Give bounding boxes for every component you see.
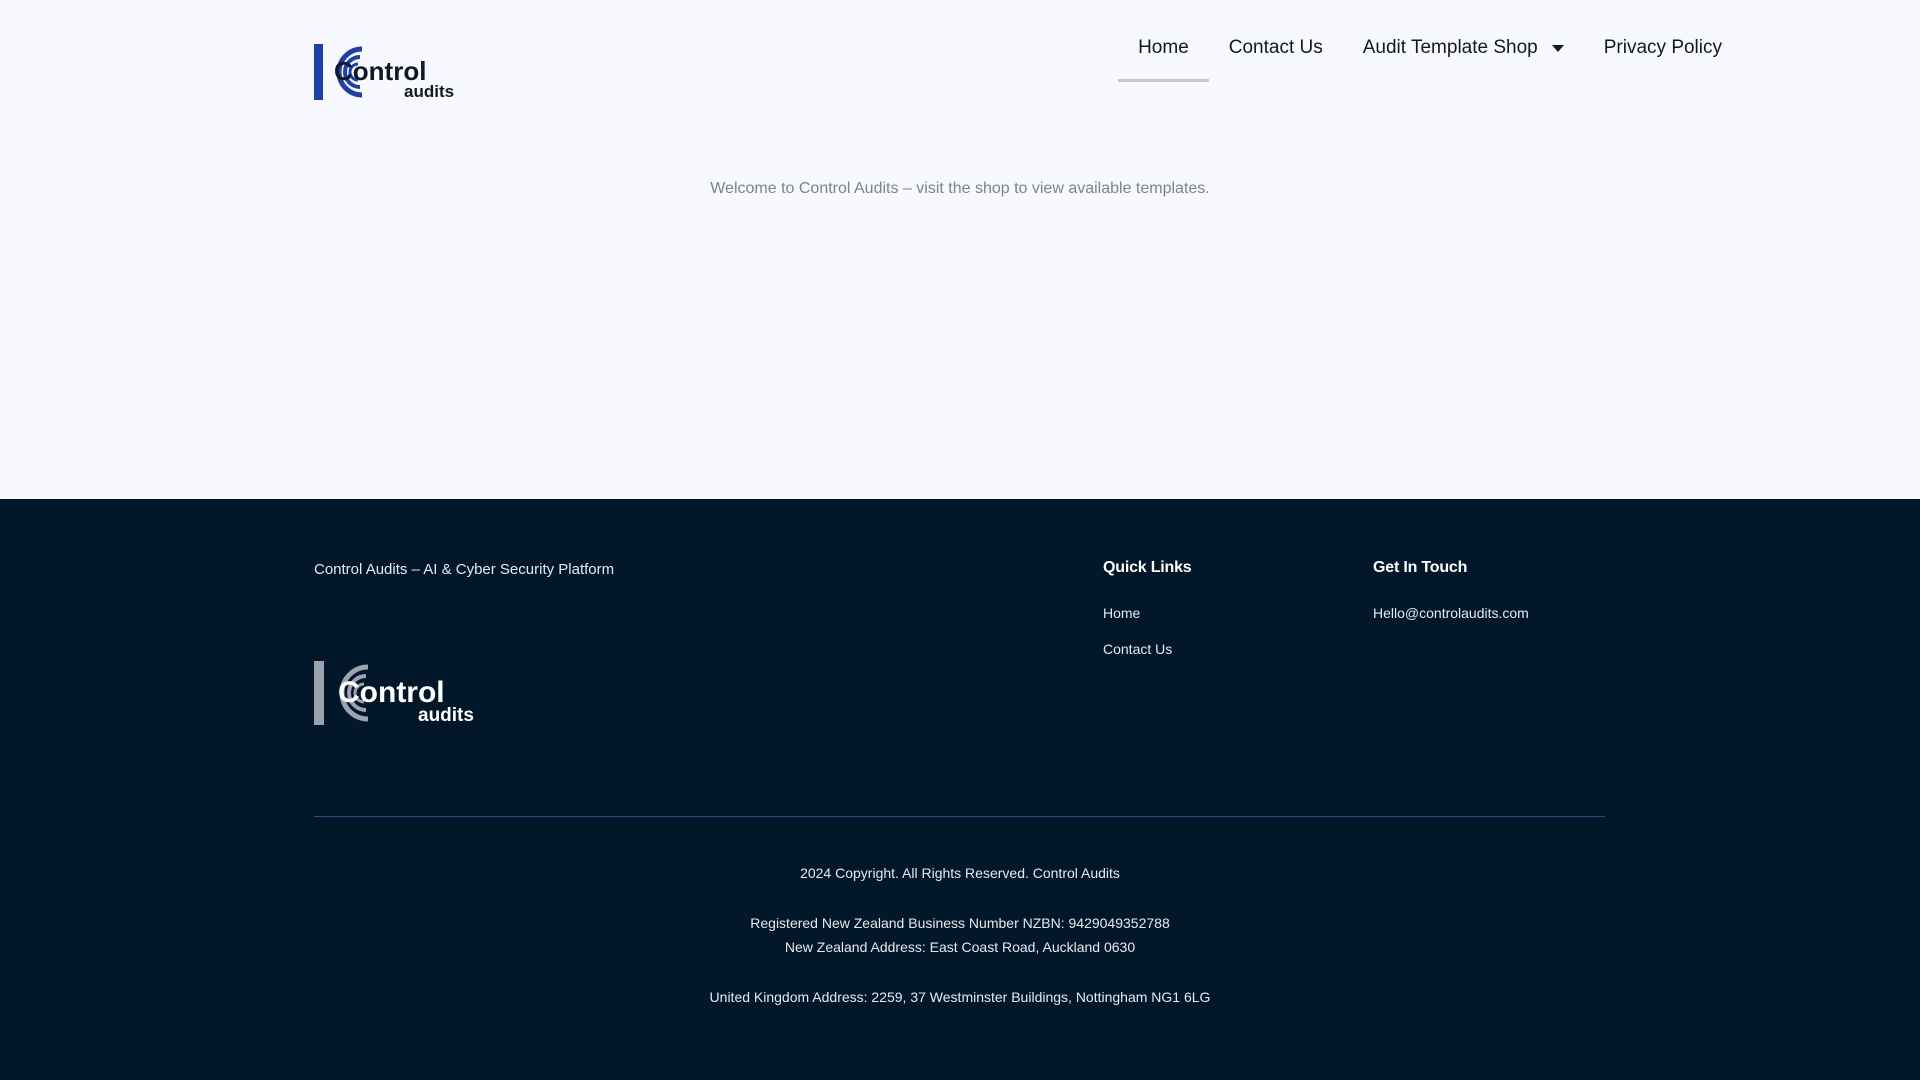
- nav-contact-us[interactable]: Contact Us: [1209, 14, 1343, 82]
- footer-email-link[interactable]: Hello@controlaudits.com: [1373, 605, 1529, 621]
- get-in-touch-column: Get In Touch Hello@controlaudits.com: [1373, 559, 1529, 641]
- nav-audit-template-shop[interactable]: Audit Template Shop: [1343, 14, 1584, 82]
- nav-home[interactable]: Home: [1118, 14, 1209, 82]
- nz-address-text: New Zealand Address: East Coast Road, Au…: [784, 939, 1136, 955]
- site-footer: Control Audits – AI & Cyber Security Pla…: [0, 499, 1920, 1080]
- footer-divider: [314, 816, 1605, 817]
- footer-logo[interactable]: Control audits: [314, 661, 478, 725]
- caret-down-icon[interactable]: [1551, 44, 1564, 52]
- nzbn-text: Registered New Zealand Business Number N…: [750, 915, 1170, 931]
- quick-links-title: Quick Links: [1103, 559, 1192, 576]
- nav-privacy-policy[interactable]: Privacy Policy: [1584, 14, 1742, 82]
- footer-link-contact-us[interactable]: Contact Us: [1103, 641, 1192, 657]
- footer-logo-word-audits: audits: [418, 705, 474, 725]
- main-nav: Home Contact Us Audit Template Shop Priv…: [1118, 0, 1742, 82]
- site-header: Control audits Home Contact Us Audit Tem…: [0, 0, 1920, 110]
- control-audits-logo[interactable]: Control audits: [314, 44, 458, 100]
- logo-word-audits: audits: [404, 82, 454, 100]
- footer-link-home[interactable]: Home: [1103, 605, 1192, 621]
- quick-links-column: Quick Links Home Contact Us: [1103, 559, 1192, 677]
- copyright-text: 2024 Copyright. All Rights Reserved. Con…: [800, 865, 1120, 881]
- uk-address-text: United Kingdom Address: 2259, 37 Westmin…: [709, 989, 1211, 1005]
- footer-tagline: Control Audits – AI & Cyber Security Pla…: [314, 561, 615, 578]
- nav-home-label: Home: [1138, 37, 1189, 58]
- nav-privacy-policy-label: Privacy Policy: [1603, 37, 1722, 58]
- nav-audit-template-shop-label: Audit Template Shop: [1362, 37, 1538, 58]
- welcome-text: Welcome to Control Audits – visit the sh…: [710, 180, 1210, 197]
- get-in-touch-title: Get In Touch: [1373, 559, 1468, 576]
- nav-contact-us-label: Contact Us: [1228, 37, 1323, 58]
